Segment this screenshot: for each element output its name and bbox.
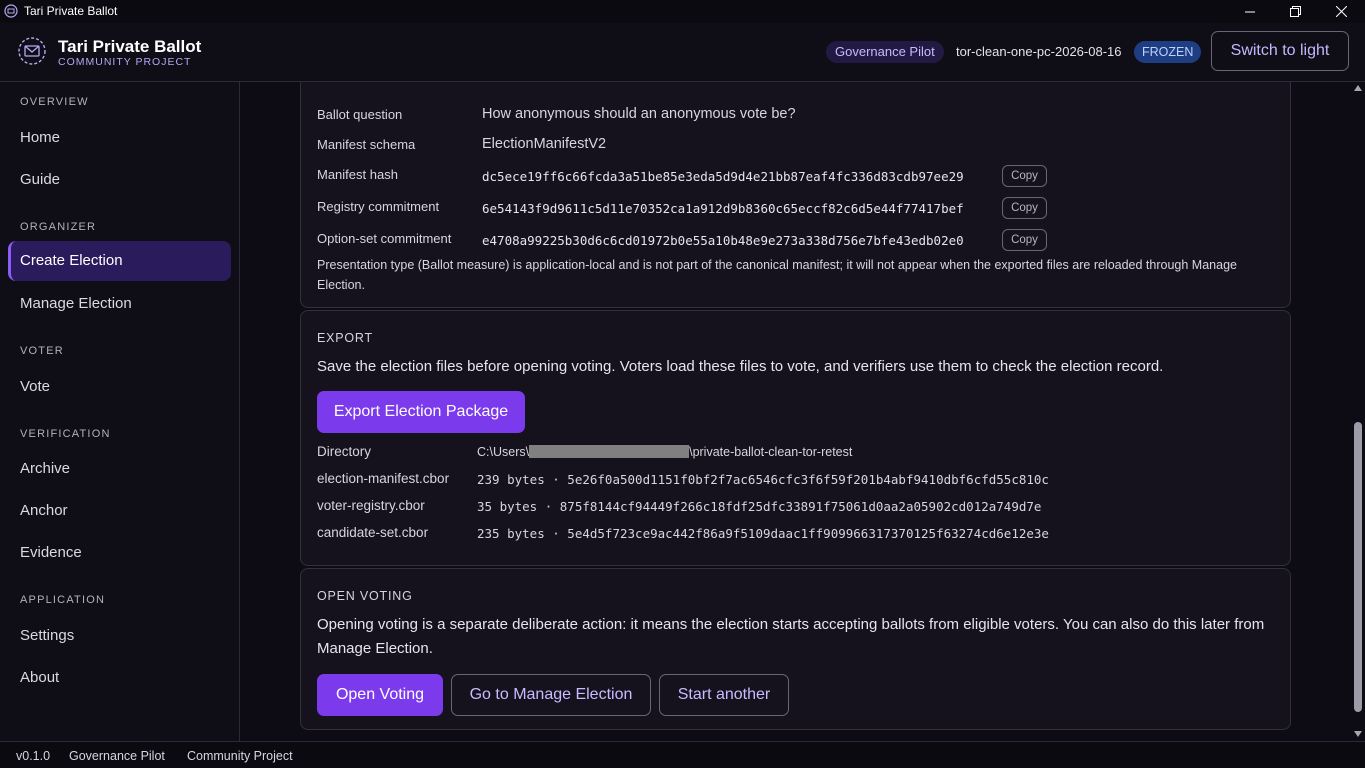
window-title: Tari Private Ballot [24,4,118,18]
theme-toggle-button[interactable]: Switch to light [1211,31,1349,71]
ballot-question-label: Ballot question [317,107,403,122]
sidebar: OVERVIEW Home Guide ORGANIZER Create Ele… [0,82,240,741]
scroll-down-icon[interactable] [1354,731,1362,737]
window-titlebar: Tari Private Ballot [0,0,1365,23]
directory-label: Directory [317,444,372,459]
directory-path: C:\Users\ \private-ballot-clean-tor-retes… [477,445,853,459]
sidebar-item-evidence[interactable]: Evidence [20,544,82,561]
file-info: 239 bytes · 5e26f0a500d1151f0bf2f7ac6546… [477,472,1049,487]
sidebar-item-manage-election[interactable]: Manage Election [20,295,132,312]
copy-manifest-hash-button[interactable]: Copy [1002,165,1047,187]
open-voting-description: Opening voting is a separate deliberate … [317,616,1265,657]
sidebar-section-overview: OVERVIEW [20,96,89,108]
sidebar-section-organizer: ORGANIZER [20,221,97,233]
manifest-schema-value: ElectionManifestV2 [482,136,607,152]
sidebar-section-verification: VERIFICATION [20,428,111,440]
registry-commitment-value: 6e54143f9d9611c5d11e70352ca1a912d9b8360c… [482,201,964,216]
brand-subtitle: COMMUNITY PROJECT [58,56,192,68]
sidebar-item-guide[interactable]: Guide [20,171,60,188]
file-name: candidate-set.cbor [317,525,429,540]
restore-button[interactable] [1272,0,1318,23]
file-name: voter-registry.cbor [317,498,425,513]
sidebar-item-archive[interactable]: Archive [20,460,70,477]
export-election-package-button[interactable]: Export Election Package [317,391,525,433]
manifest-hash-label: Manifest hash [317,167,398,182]
go-to-manage-election-button[interactable]: Go to Manage Election [451,674,651,716]
file-info: 235 bytes · 5e4d5f723ce9ac442f86a9f5109d… [477,526,1049,541]
governance-pilot-pill: Governance Pilot [826,41,944,63]
option-set-commitment-label: Option-set commitment [317,231,452,246]
brand-title: Tari Private Ballot [58,37,202,56]
sidebar-section-voter: VOTER [20,345,64,357]
election-id: tor-clean-one-pc-2026-08-16 [956,44,1122,59]
export-description: Save the election files before opening v… [317,358,1164,375]
status-project: Community Project [187,749,293,763]
open-voting-button[interactable]: Open Voting [317,674,443,716]
minimize-button[interactable] [1227,0,1273,23]
app-version: v0.1.0 [16,749,51,763]
scroll-up-icon[interactable] [1354,85,1362,91]
sidebar-item-about[interactable]: About [20,669,59,686]
file-name: election-manifest.cbor [317,471,450,486]
start-another-button[interactable]: Start another [659,674,789,716]
presentation-type-note: Presentation type (Ballot measure) is ap… [317,258,1237,292]
option-set-commitment-value: e4708a99225b30d6c6cd01972b0e55a10b48e9e2… [482,233,964,248]
manifest-schema-label: Manifest schema [317,137,416,152]
copy-option-set-commitment-button[interactable]: Copy [1002,229,1047,251]
app-icon [4,4,18,18]
scrollbar-thumb[interactable] [1354,422,1362,712]
sidebar-item-create-election[interactable]: Create Election [8,241,231,281]
close-button[interactable] [1318,0,1364,23]
file-info: 35 bytes · 875f8144cf94449f266c18fdf25df… [477,499,1042,514]
close-icon [1335,6,1347,17]
export-card: EXPORT Save the election files before op… [300,310,1291,566]
app-header: Tari Private Ballot COMMUNITY PROJECT Go… [0,23,1365,82]
registry-commitment-label: Registry commitment [317,199,440,214]
status-bar: v0.1.0 Governance Pilot Community Projec… [0,741,1365,768]
status-mode: Governance Pilot [69,749,165,763]
main-scrollbar[interactable] [1351,82,1365,741]
sidebar-item-settings[interactable]: Settings [20,627,74,644]
manifest-summary-card: Ballot question How anonymous should an … [300,82,1291,308]
sidebar-item-vote[interactable]: Vote [20,378,50,395]
main-content: Ballot question How anonymous should an … [240,82,1351,741]
open-voting-card: OPEN VOTING Opening voting is a separate… [300,568,1291,730]
copy-registry-commitment-button[interactable]: Copy [1002,197,1047,219]
redacted-username [529,445,690,458]
ballot-question-value: How anonymous should an anonymous vote b… [482,106,796,122]
sidebar-item-home[interactable]: Home [20,129,60,146]
restore-icon [1289,6,1301,17]
ballot-logo-icon [18,37,46,65]
sidebar-section-application: APPLICATION [20,594,106,606]
status-badge: FROZEN [1134,41,1202,63]
export-title: EXPORT [317,331,373,345]
open-voting-title: OPEN VOTING [317,589,413,603]
sidebar-item-anchor[interactable]: Anchor [20,502,68,519]
minimize-icon [1245,11,1255,12]
manifest-hash-value: dc5ece19ff6c66fcda3a51be85e3eda5d9d4e21b… [482,169,964,184]
sidebar-item-label: Create Election [20,252,123,269]
